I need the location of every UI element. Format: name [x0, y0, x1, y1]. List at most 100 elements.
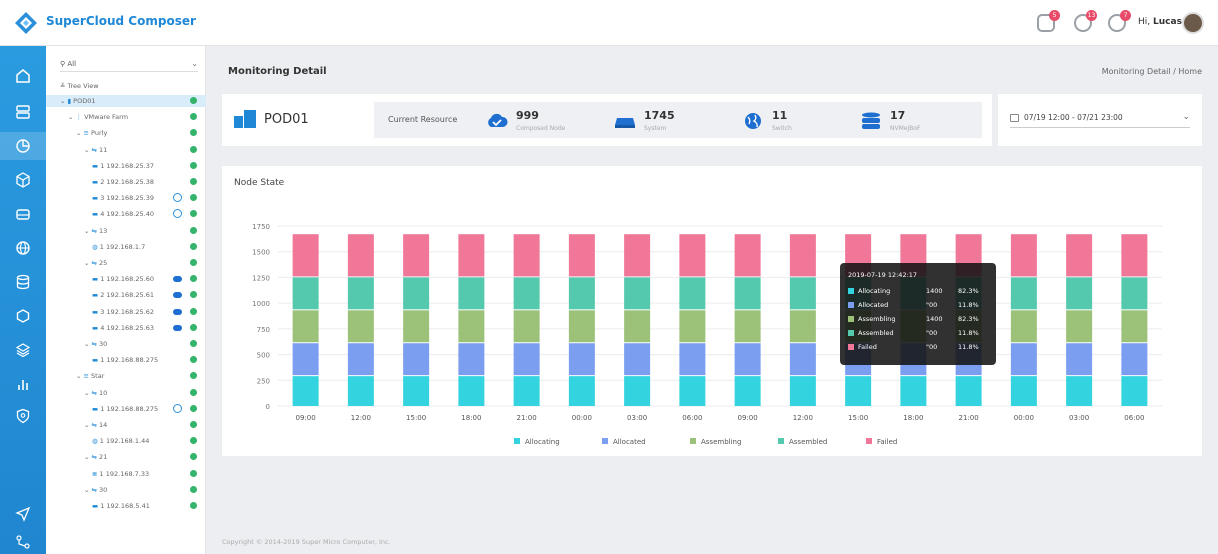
bar-segment-failed[interactable]: [1010, 234, 1037, 277]
bar-segment-failed[interactable]: [679, 234, 706, 277]
nav-composed[interactable]: [0, 166, 46, 194]
tree-row[interactable]: ⌄ ⇋ 14: [46, 419, 206, 431]
bar-segment-assembled[interactable]: [458, 277, 485, 310]
bar-segment-assembling[interactable]: [403, 310, 430, 343]
bar-segment-assembled[interactable]: [679, 277, 706, 310]
bar-segment-allocating[interactable]: [568, 376, 595, 406]
bar-segment-allocating[interactable]: [955, 376, 982, 406]
nav-storage[interactable]: [0, 200, 46, 228]
bar-segment-allocated[interactable]: [624, 343, 651, 376]
tree-row[interactable]: ⌄ ⇋ 25: [46, 257, 206, 269]
tree-row[interactable]: ▬ 1 192.168.25.60: [46, 273, 206, 285]
bar-segment-failed[interactable]: [568, 234, 595, 277]
bar-segment-allocated[interactable]: [734, 343, 761, 376]
legend-swatch[interactable]: [514, 438, 520, 444]
legend-label[interactable]: Assembled: [789, 438, 827, 446]
nav-topology[interactable]: [0, 528, 46, 554]
bar-segment-allocating[interactable]: [624, 376, 651, 406]
legend-label[interactable]: Allocated: [613, 438, 646, 446]
bar-segment-allocated[interactable]: [292, 343, 319, 376]
bar-segment-assembling[interactable]: [1010, 310, 1037, 343]
tree-row[interactable]: ⌄ ▮ POD01: [46, 95, 206, 107]
legend-label[interactable]: Assembling: [701, 438, 741, 446]
bar-segment-allocating[interactable]: [458, 376, 485, 406]
legend-swatch[interactable]: [690, 438, 696, 444]
bar-segment-allocating[interactable]: [900, 376, 927, 406]
bar-segment-failed[interactable]: [1066, 234, 1093, 277]
bar-segment-assembling[interactable]: [789, 310, 816, 343]
bar-segment-allocated[interactable]: [1010, 343, 1037, 376]
bar-segment-allocated[interactable]: [789, 343, 816, 376]
tree-row[interactable]: ≣ 1 192.168.7.33: [46, 468, 206, 480]
bar-segment-failed[interactable]: [458, 234, 485, 277]
bar-segment-allocated[interactable]: [458, 343, 485, 376]
bar-segment-assembled[interactable]: [403, 277, 430, 310]
bar-segment-assembled[interactable]: [734, 277, 761, 310]
tree-row[interactable]: ▬ 1 192.168.5.41: [46, 500, 206, 512]
bar-segment-assembling[interactable]: [734, 310, 761, 343]
date-range-picker[interactable]: 07/19 12:00 - 07/21 23:00 ⌄: [1010, 112, 1190, 128]
tree-row[interactable]: ⌄ ⋮ VMware Farm: [46, 111, 206, 123]
tree-row[interactable]: ◍ 1 192.168.1.44: [46, 435, 206, 447]
tree-filter-select[interactable]: ⚲ All ⌄: [60, 58, 198, 72]
nav-layers[interactable]: [0, 336, 46, 364]
tree-row[interactable]: ▬ 3 192.168.25.62: [46, 306, 206, 318]
bar-segment-allocating[interactable]: [734, 376, 761, 406]
bar-segment-failed[interactable]: [347, 234, 374, 277]
tree-row[interactable]: ▬ 1 192.168.88.275: [46, 403, 206, 415]
bar-segment-failed[interactable]: [403, 234, 430, 277]
bar-segment-allocating[interactable]: [845, 376, 872, 406]
tree-row[interactable]: ▬ 2 192.168.25.61: [46, 289, 206, 301]
tree-row[interactable]: ▬ 2 192.168.25.38: [46, 176, 206, 188]
bar-segment-assembling[interactable]: [513, 310, 540, 343]
nav-security[interactable]: [0, 402, 46, 430]
bar-segment-assembling[interactable]: [1121, 310, 1148, 343]
tree-row[interactable]: ▬ 1 192.168.25.37: [46, 160, 206, 172]
nav-hexagon[interactable]: [0, 302, 46, 330]
nav-monitoring[interactable]: [0, 132, 46, 160]
bar-segment-assembling[interactable]: [1066, 310, 1093, 343]
bar-segment-allocating[interactable]: [403, 376, 430, 406]
legend-swatch[interactable]: [866, 438, 872, 444]
bar-segment-failed[interactable]: [1121, 234, 1148, 277]
nav-network[interactable]: [0, 234, 46, 262]
legend-swatch[interactable]: [602, 438, 608, 444]
bar-segment-failed[interactable]: [513, 234, 540, 277]
nav-database[interactable]: [0, 268, 46, 296]
bar-segment-allocated[interactable]: [403, 343, 430, 376]
avatar[interactable]: [1182, 12, 1204, 34]
bar-segment-assembled[interactable]: [789, 277, 816, 310]
bar-segment-assembling[interactable]: [458, 310, 485, 343]
bar-segment-allocating[interactable]: [1066, 376, 1093, 406]
bar-segment-assembling[interactable]: [568, 310, 595, 343]
tree-row[interactable]: ⌄ ⇋ 30: [46, 338, 206, 350]
bar-segment-allocated[interactable]: [513, 343, 540, 376]
bar-segment-assembling[interactable]: [292, 310, 319, 343]
bar-segment-failed[interactable]: [789, 234, 816, 277]
tree-row[interactable]: ⌄ ⇋ 11: [46, 144, 206, 156]
bar-segment-allocating[interactable]: [1121, 376, 1148, 406]
tree-row[interactable]: ⌄ ⇋ 21: [46, 451, 206, 463]
bar-segment-assembled[interactable]: [347, 277, 374, 310]
tree-row[interactable]: ◍ 1 192.168.1.7: [46, 241, 206, 253]
bar-segment-assembling[interactable]: [624, 310, 651, 343]
bar-segment-allocating[interactable]: [789, 376, 816, 406]
breadcrumb[interactable]: Monitoring Detail / Home: [1102, 67, 1202, 76]
legend-label[interactable]: Failed: [877, 438, 897, 446]
nav-analytics[interactable]: [0, 370, 46, 398]
nav-home[interactable]: [0, 62, 46, 90]
bar-segment-assembled[interactable]: [1010, 277, 1037, 310]
bar-segment-allocated[interactable]: [1121, 343, 1148, 376]
legend-swatch[interactable]: [778, 438, 784, 444]
bar-segment-assembling[interactable]: [679, 310, 706, 343]
bar-segment-allocated[interactable]: [568, 343, 595, 376]
bar-segment-assembled[interactable]: [513, 277, 540, 310]
tree-row[interactable]: ⌄ ⇋ 13: [46, 225, 206, 237]
bar-segment-allocating[interactable]: [292, 376, 319, 406]
bar-segment-allocated[interactable]: [347, 343, 374, 376]
tree-row[interactable]: ⌄ ⇋ 10: [46, 387, 206, 399]
bar-segment-failed[interactable]: [734, 234, 761, 277]
bar-segment-assembled[interactable]: [1121, 277, 1148, 310]
tree-row[interactable]: ▬ 4 192.168.25.40: [46, 208, 206, 220]
tree-view-toggle[interactable]: ≚ Tree View: [46, 80, 206, 92]
